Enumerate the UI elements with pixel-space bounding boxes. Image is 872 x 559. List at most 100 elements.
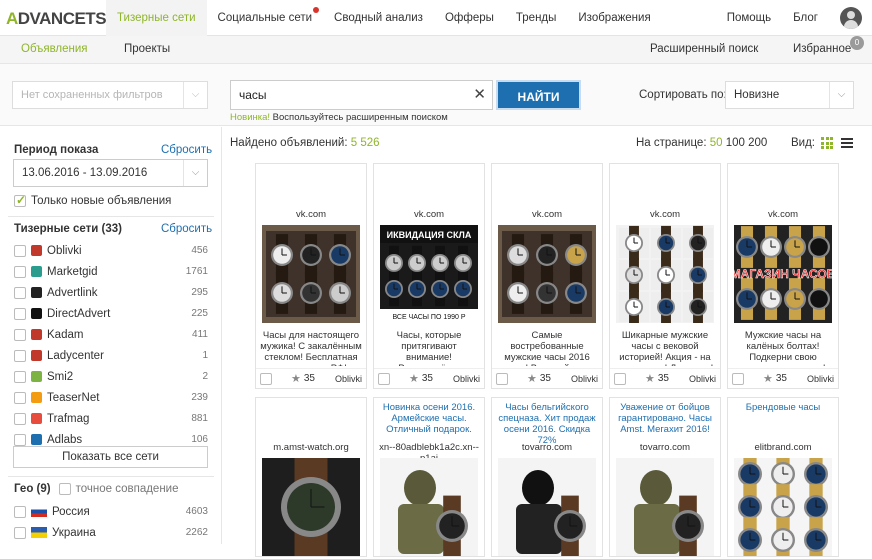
exact-match-checkbox[interactable] xyxy=(58,483,71,495)
show-all-networks-button[interactable]: Показать все сети xyxy=(13,446,208,468)
checkbox[interactable] xyxy=(14,505,26,518)
ad-image[interactable] xyxy=(262,225,360,323)
nav-trends[interactable]: Тренды xyxy=(505,0,568,36)
ad-image[interactable]: ИКВИДАЦИЯ СКЛА ВСЕ ЧАСЫ ПО 1990 Р xyxy=(380,225,478,323)
checkbox[interactable] xyxy=(14,433,26,446)
nav-summary[interactable]: Сводный анализ xyxy=(323,0,434,36)
blog-link[interactable]: Блог xyxy=(793,12,818,24)
network-row[interactable]: TeaserNet 239 xyxy=(14,387,208,408)
ad-domain[interactable]: tovarro.com xyxy=(492,442,602,453)
network-row[interactable]: Smi2 2 xyxy=(14,366,208,387)
select-checkbox[interactable] xyxy=(260,372,272,385)
per-page-200[interactable]: 200 xyxy=(748,137,767,149)
ad-card[interactable]: vk.com Самые востребованные мужские часы … xyxy=(491,163,603,389)
checkbox[interactable] xyxy=(14,526,26,539)
ad-card[interactable]: Уважение от бойцов гарантировано. Часы A… xyxy=(609,397,721,557)
avatar[interactable] xyxy=(840,7,862,29)
checkbox[interactable] xyxy=(14,307,26,320)
checkbox[interactable] xyxy=(14,265,26,278)
results-area: Найдено объявлений: 5 526 На странице: 5… xyxy=(222,127,872,559)
network-row[interactable]: Advertlink 295 xyxy=(14,282,208,303)
checkbox[interactable] xyxy=(14,349,26,362)
checkbox[interactable] xyxy=(14,244,26,257)
ad-image[interactable] xyxy=(498,458,596,557)
network-count: 456 xyxy=(191,245,208,256)
tab-projects[interactable]: Проекты xyxy=(124,36,170,63)
ad-image[interactable] xyxy=(380,458,478,557)
clear-icon[interactable]: ✕ xyxy=(473,81,486,109)
logo[interactable]: ADVANCETS xyxy=(6,9,107,29)
ad-image[interactable] xyxy=(616,458,714,557)
checkbox[interactable] xyxy=(14,286,26,299)
ad-domain[interactable]: elitbrand.com xyxy=(728,442,838,453)
per-page-100[interactable]: 100 xyxy=(726,137,745,149)
checkbox[interactable] xyxy=(14,391,26,404)
help-link[interactable]: Помощь xyxy=(727,12,771,24)
select-checkbox[interactable] xyxy=(614,372,626,385)
ad-card[interactable]: Часы бельгийского спецназа. Хит продаж о… xyxy=(491,397,603,557)
find-button[interactable]: НАЙТИ xyxy=(496,80,581,110)
nav-social-networks[interactable]: Социальные сети xyxy=(207,0,323,36)
saved-filters-select[interactable]: Нет сохраненных фильтров ⌵ xyxy=(12,81,208,109)
ad-card[interactable]: vk.com МАГАЗИН ЧАСОВ Мужские часы на калён… xyxy=(727,163,839,389)
network-row[interactable]: Ladycenter 1 xyxy=(14,345,208,366)
ad-title[interactable]: Новинка осени 2016. Армейские часы. Отли… xyxy=(378,402,480,435)
nav-images[interactable]: Изображения xyxy=(567,0,661,36)
network-row[interactable]: Marketgid 1761 xyxy=(14,261,208,282)
favorites-link[interactable]: Избранное xyxy=(793,36,851,63)
geo-row-ukraine[interactable]: Украина 2262 xyxy=(14,522,208,543)
geo-row-russia[interactable]: Россия 4603 xyxy=(14,501,208,522)
date-range-select[interactable]: 13.06.2016 - 13.09.2016 ⌵ xyxy=(13,159,208,187)
ad-domain[interactable]: vk.com xyxy=(256,209,366,220)
ad-card[interactable]: Брендовые часы elitbrand.com xyxy=(727,397,839,559)
ad-card[interactable]: vk.com Часы для настоящего мужика! С зака… xyxy=(255,163,367,389)
ad-card[interactable]: vk.com ИКВИДАЦИЯ СКЛА ВСЕ ЧАСЫ ПО 1990 Р Ча… xyxy=(373,163,485,389)
ad-domain[interactable]: vk.com xyxy=(610,209,720,220)
ad-domain[interactable]: vk.com xyxy=(374,209,484,220)
ad-image[interactable] xyxy=(498,225,596,323)
ad-title[interactable]: Уважение от бойцов гарантировано. Часы A… xyxy=(614,402,716,435)
ad-title[interactable]: Часы бельгийского спецназа. Хит продаж о… xyxy=(496,402,598,446)
advanced-search-link[interactable]: Расширенный поиск xyxy=(650,36,758,63)
network-row[interactable]: Oblivki 456 xyxy=(14,240,208,261)
star-icon: ★ xyxy=(763,373,773,385)
checkbox[interactable] xyxy=(14,193,26,207)
network-count: 2 xyxy=(202,371,208,382)
ad-image[interactable]: МАГАЗИН ЧАСОВ xyxy=(730,225,836,323)
ad-card[interactable]: m.amst-watch.org xyxy=(255,397,367,559)
chevron-down-icon: ⌵ xyxy=(183,82,207,108)
sort-select[interactable]: Новизне ⌵ xyxy=(725,81,854,109)
per-page-50[interactable]: 50 xyxy=(710,137,723,149)
ad-domain[interactable]: vk.com xyxy=(492,209,602,220)
search-input[interactable]: часы ✕ xyxy=(230,80,493,110)
network-row[interactable]: Kadam 411 xyxy=(14,324,208,345)
ad-domain[interactable]: tovarro.com xyxy=(610,442,720,453)
ad-title[interactable]: Брендовые часы xyxy=(732,402,834,413)
nav-teaser-networks[interactable]: Тизерные сети xyxy=(106,0,207,36)
checkbox[interactable] xyxy=(14,412,26,425)
list-view-icon[interactable] xyxy=(841,137,853,149)
ad-image[interactable] xyxy=(616,225,714,325)
advanced-search-hint-link[interactable]: Воспользуйтесь расширенным поиском xyxy=(270,112,448,123)
checkbox[interactable] xyxy=(14,328,26,341)
select-checkbox[interactable] xyxy=(732,372,744,385)
ad-card[interactable]: Новинка осени 2016. Армейские часы. Отли… xyxy=(373,397,485,557)
period-reset-link[interactable]: Сбросить xyxy=(161,144,212,156)
ad-footer: ★ 35 Oblivki xyxy=(728,368,838,388)
grid-view-icon[interactable] xyxy=(821,137,833,149)
tab-ads[interactable]: Объявления xyxy=(21,36,88,63)
only-new-checkbox[interactable]: Только новые объявления xyxy=(14,193,171,207)
networks-reset-link[interactable]: Сбросить xyxy=(161,223,212,235)
network-row[interactable]: Trafmag 881 xyxy=(14,408,208,429)
checkbox[interactable] xyxy=(14,370,26,383)
per-page: На странице: 50 100 200 xyxy=(636,137,768,149)
network-row[interactable]: DirectAdvert 225 xyxy=(14,303,208,324)
select-checkbox[interactable] xyxy=(378,372,390,385)
nav-offers[interactable]: Офферы xyxy=(434,0,505,36)
ad-domain[interactable]: m.amst-watch.org xyxy=(256,442,366,453)
select-checkbox[interactable] xyxy=(496,372,508,385)
ad-image[interactable] xyxy=(734,451,832,559)
ad-image[interactable] xyxy=(262,450,360,559)
ad-card[interactable]: vk.com Шикарные мужские часы с вековой ис… xyxy=(609,163,721,389)
ad-domain[interactable]: vk.com xyxy=(728,209,838,220)
